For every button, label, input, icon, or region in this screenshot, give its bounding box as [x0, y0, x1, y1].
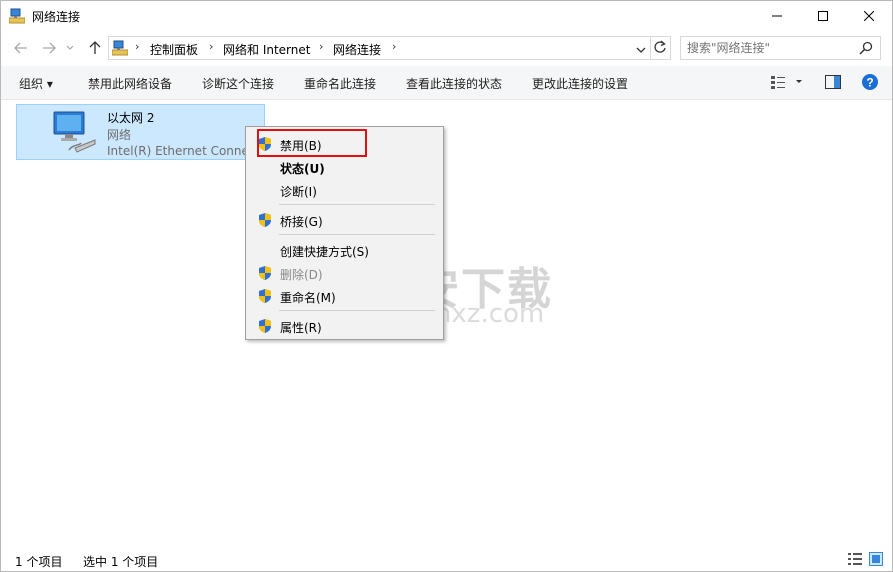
- change-settings-button[interactable]: 更改此连接的设置: [532, 75, 628, 92]
- svg-text:?: ?: [866, 76, 873, 90]
- connection-status: 网络: [107, 128, 132, 142]
- preview-pane-icon: [825, 75, 841, 89]
- refresh-icon: [654, 40, 666, 53]
- details-view-toggle[interactable]: [848, 553, 862, 568]
- explorer-window: 网络连接 › 控制面板 › 网络和 Internet › 网络连接 › 搜索"网…: [0, 0, 893, 572]
- network-folder-icon: [8, 8, 26, 24]
- details-view-icon: [848, 553, 862, 565]
- breadcrumb-separator: ›: [135, 40, 140, 53]
- menu-item-label: 桥接(G): [280, 215, 323, 229]
- context-menu: 禁用(B) 状态(U) 诊断(I) 桥接(G) 创建快捷方式(S) 删除(D): [245, 126, 444, 340]
- view-status-button[interactable]: 查看此连接的状态: [406, 75, 502, 92]
- diagnose-button[interactable]: 诊断这个连接: [202, 75, 274, 92]
- uac-shield-icon: [257, 318, 273, 334]
- uac-shield-icon: [257, 288, 273, 304]
- up-button[interactable]: [87, 40, 103, 56]
- menu-item-label: 状态(U): [280, 162, 325, 176]
- status-bar: 1 个项目 选中 1 个项目: [1, 547, 892, 571]
- breadcrumb-network-connections[interactable]: 网络连接: [333, 41, 381, 58]
- selected-count: 选中 1 个项目: [83, 555, 159, 569]
- menu-separator: [279, 234, 435, 235]
- ethernet-adapter-icon: [51, 110, 97, 156]
- title-bar[interactable]: 网络连接: [1, 1, 892, 31]
- menu-item-label: 创建快捷方式(S): [280, 245, 369, 259]
- menu-separator: [279, 310, 435, 311]
- search-icon: [859, 41, 873, 58]
- disable-device-button[interactable]: 禁用此网络设备: [88, 75, 172, 92]
- large-icons-view-toggle[interactable]: [869, 552, 883, 569]
- window-title: 网络连接: [32, 10, 81, 24]
- arrow-left-icon: [14, 42, 27, 54]
- rename-button[interactable]: 重命名此连接: [304, 75, 376, 92]
- menu-item-delete: 删除(D): [246, 262, 443, 284]
- breadcrumb-separator: ›: [319, 40, 324, 53]
- address-dropdown-button[interactable]: [636, 43, 646, 57]
- menu-item-label: 诊断(I): [280, 185, 317, 199]
- menu-separator: [279, 204, 435, 205]
- breadcrumb-control-panel[interactable]: 控制面板: [150, 41, 198, 58]
- uac-shield-icon: [257, 265, 273, 281]
- recent-locations-button[interactable]: [65, 40, 75, 56]
- organize-menu-button[interactable]: 组织 ▾: [19, 75, 53, 92]
- menu-item-label: 属性(R): [280, 321, 322, 335]
- close-button[interactable]: [846, 1, 892, 31]
- menu-item-diagnose[interactable]: 诊断(I): [246, 179, 443, 201]
- connection-item-ethernet-2[interactable]: 以太网 2 网络 Intel(R) Ethernet Connection: [16, 104, 265, 160]
- forward-button[interactable]: [41, 40, 57, 56]
- breadcrumb-separator: ›: [392, 40, 397, 53]
- menu-item-rename[interactable]: 重命名(M): [246, 285, 443, 307]
- arrow-right-icon: [43, 42, 56, 54]
- address-bar[interactable]: › 控制面板 › 网络和 Internet › 网络连接 ›: [108, 36, 671, 60]
- menu-item-bridge[interactable]: 桥接(G): [246, 209, 443, 231]
- menu-item-status[interactable]: 状态(U): [246, 156, 443, 178]
- annotation-highlight-box: [257, 129, 367, 157]
- breadcrumb-network-internet[interactable]: 网络和 Internet: [223, 41, 310, 58]
- breadcrumb-separator: ›: [209, 40, 214, 53]
- menu-item-properties[interactable]: 属性(R): [246, 315, 443, 337]
- menu-item-label: 重命名(M): [280, 291, 336, 305]
- help-button[interactable]: ?: [862, 74, 878, 93]
- details-view-icon: [771, 76, 802, 89]
- menu-item-create-shortcut[interactable]: 创建快捷方式(S): [246, 239, 443, 261]
- view-options-button[interactable]: [771, 75, 803, 92]
- divider: [650, 37, 651, 59]
- large-icons-view-icon: [869, 552, 883, 566]
- menu-item-label: 删除(D): [280, 268, 323, 282]
- search-box[interactable]: [680, 36, 881, 60]
- chevron-down-icon: [636, 47, 646, 53]
- back-button[interactable]: [13, 40, 29, 56]
- connection-name: 以太网 2: [107, 111, 155, 125]
- help-icon: ?: [862, 74, 878, 90]
- command-bar: 组织 ▾ 禁用此网络设备 诊断这个连接 重命名此连接 查看此连接的状态 更改此连…: [1, 66, 892, 100]
- refresh-button[interactable]: [653, 40, 667, 57]
- minimize-button[interactable]: [754, 1, 800, 31]
- maximize-button[interactable]: [800, 1, 846, 31]
- connection-adapter: Intel(R) Ethernet Connection: [107, 144, 247, 158]
- uac-shield-icon: [257, 212, 273, 228]
- search-input[interactable]: [687, 40, 847, 56]
- item-count: 1 个项目: [15, 555, 63, 569]
- chevron-down-icon: [66, 45, 74, 50]
- arrow-up-icon: [89, 41, 101, 54]
- network-location-icon: [111, 40, 129, 56]
- preview-pane-button[interactable]: [825, 75, 841, 92]
